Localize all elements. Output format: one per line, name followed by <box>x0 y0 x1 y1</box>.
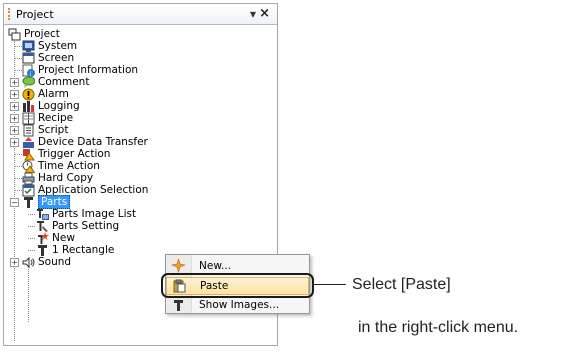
expand-alarm-icon[interactable]: + <box>10 90 19 99</box>
paste-callout-box <box>161 273 314 298</box>
expand-logging-icon[interactable]: + <box>10 102 19 111</box>
expand-device-data-transfer-icon[interactable]: + <box>10 138 19 147</box>
close-icon[interactable]: × <box>259 6 270 21</box>
instruction-line-1: Select [Paste] <box>352 276 451 293</box>
collapse-parts-icon[interactable]: − <box>10 198 19 207</box>
tree-item-label: Sound <box>38 256 72 268</box>
sound-icon <box>22 256 35 269</box>
project-root-icon <box>8 28 21 41</box>
instruction-line-2: in the right-click menu. <box>358 319 519 336</box>
expand-sound-icon[interactable]: + <box>10 258 19 267</box>
panel-titlebar: Project ▾ × <box>4 4 277 25</box>
drag-grip-icon[interactable] <box>8 8 12 20</box>
pin-icon[interactable]: ▾ <box>250 7 256 21</box>
expand-script-icon[interactable]: + <box>10 126 19 135</box>
panel-title: Project <box>16 8 54 21</box>
callout-leader-line <box>314 284 346 285</box>
expand-comment-icon[interactable]: + <box>10 78 19 87</box>
context-menu-label: Show Images... <box>199 299 280 311</box>
new-icon <box>170 257 187 274</box>
tree-item-sound[interactable]: Sound <box>22 255 71 269</box>
show-images-icon <box>171 298 186 312</box>
expand-recipe-icon[interactable]: + <box>10 114 19 123</box>
context-menu-label: New... <box>199 260 231 272</box>
parts-icon <box>22 196 35 209</box>
context-menu-item-show-images[interactable]: Show Images... <box>166 296 309 314</box>
